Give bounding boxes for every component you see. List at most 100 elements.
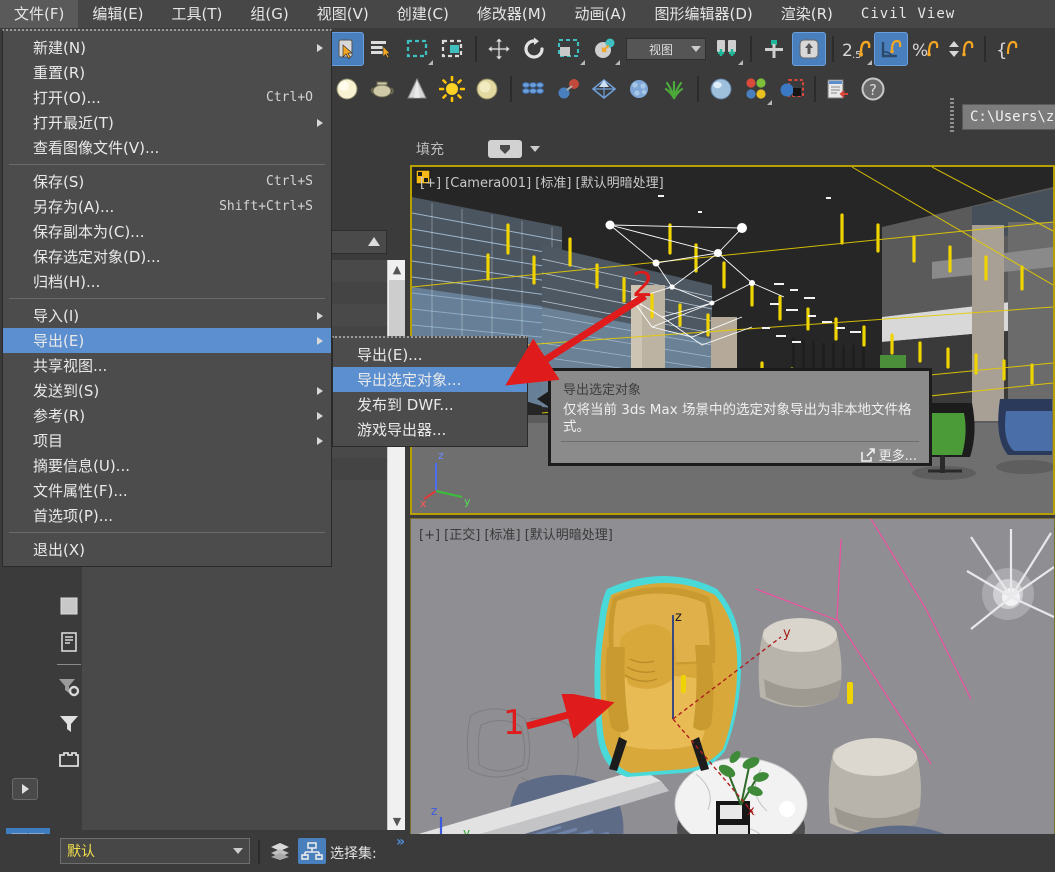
menu-create[interactable]: 创建(C)	[383, 0, 463, 28]
sort-ascending-icon[interactable]	[368, 237, 380, 246]
coord-system-value: 视图	[648, 42, 673, 57]
viewport-orthographic[interactable]: z y x z y x [+] [正交] [标准] [默认明暗处理]	[410, 518, 1055, 872]
project-path-field[interactable]: C:\Users\z	[962, 104, 1055, 130]
file-menu-item[interactable]: 打开(O)... Ctrl+O	[3, 85, 331, 110]
layer-dropdown[interactable]: 默认	[60, 838, 250, 864]
toolbar-separator	[475, 36, 477, 62]
file-menu-item[interactable]: 导入(I)	[3, 303, 331, 328]
menu-graph-editors[interactable]: 图形编辑器(D)	[641, 0, 767, 28]
menu-animation[interactable]: 动画(A)	[561, 0, 641, 28]
export-submenu-item[interactable]: 发布到 DWF...	[333, 392, 527, 417]
file-menu-item[interactable]: 保存(S) Ctrl+S	[3, 169, 331, 194]
render-frame-window-icon[interactable]	[774, 72, 808, 106]
mesh-env-icon[interactable]	[587, 72, 621, 106]
file-menu-item[interactable]: 打开最近(T)	[3, 110, 331, 135]
file-menu-item[interactable]: 导出(E)	[3, 328, 331, 353]
menu-edit[interactable]: 编辑(E)	[78, 0, 157, 28]
expand-chevrons-icon[interactable]: »	[396, 834, 405, 850]
grass-icon[interactable]	[657, 72, 691, 106]
file-menu-item-label: 重置(R)	[33, 64, 86, 82]
sun-light-icon[interactable]	[435, 72, 469, 106]
select-and-scale-icon[interactable]	[552, 32, 586, 66]
file-menu-item[interactable]: 项目	[3, 428, 331, 453]
menu-rendering[interactable]: 渲染(R)	[767, 0, 847, 28]
select-and-place-icon[interactable]	[587, 32, 621, 66]
export-submenu-item[interactable]: 游戏导出器...	[333, 417, 527, 442]
teapot-icon[interactable]	[365, 72, 399, 106]
file-menu-item[interactable]: 查看图像文件(V)...	[3, 135, 331, 160]
tooltip-more-link[interactable]: 更多...	[551, 442, 929, 464]
file-menu-item[interactable]: 发送到(S)	[3, 378, 331, 403]
status-separator	[258, 840, 260, 864]
scene-explorer-icon[interactable]	[298, 838, 326, 864]
filter-icon[interactable]	[55, 709, 83, 737]
menu-group[interactable]: 组(G)	[236, 0, 302, 28]
menu-tools[interactable]: 工具(T)	[158, 0, 237, 28]
help-icon[interactable]: ?	[856, 72, 890, 106]
file-menu-dropdown[interactable]: 新建(N) 重置(R) 打开(O)... Ctrl+O 打开最近(T) 查看图像文件(V)…	[2, 29, 332, 567]
noise-ball-icon[interactable]	[622, 72, 656, 106]
percent-snap-toggle-icon[interactable]: %	[909, 32, 943, 66]
snaps-toggle-icon[interactable]	[792, 32, 826, 66]
file-menu-item[interactable]: 共享视图...	[3, 353, 331, 378]
file-menu-item[interactable]: 新建(N)	[3, 35, 331, 60]
file-menu-item-label: 退出(X)	[33, 541, 85, 559]
file-menu-item-label: 发送到(S)	[33, 382, 100, 400]
toolbar-separator	[814, 76, 816, 102]
file-menu-item[interactable]: 归档(H)...	[3, 269, 331, 294]
select-and-rotate-icon[interactable]	[517, 32, 551, 66]
cone-icon[interactable]	[400, 72, 434, 106]
menu-divider	[9, 164, 325, 165]
folder-icon[interactable]	[55, 745, 83, 773]
file-menu-item[interactable]: 重置(R)	[3, 60, 331, 85]
window-crossing-icon[interactable]	[435, 32, 469, 66]
select-by-name-icon[interactable]	[365, 32, 399, 66]
caret-down-icon[interactable]	[233, 848, 243, 854]
scroll-up-icon[interactable]: ▲	[388, 260, 406, 278]
file-menu-item[interactable]: 文件属性(F)...	[3, 478, 331, 503]
select-and-move-icon[interactable]	[482, 32, 516, 66]
toolbar-dotted-separator	[950, 98, 954, 134]
layer-value: 默认	[67, 844, 95, 860]
file-menu-item[interactable]: 保存选定对象(D)...	[3, 244, 331, 269]
material-editor-icon[interactable]	[704, 72, 738, 106]
file-menu-item[interactable]: 摘要信息(U)...	[3, 453, 331, 478]
material-browser-icon[interactable]	[739, 72, 773, 106]
file-menu-item[interactable]: 参考(R)	[3, 403, 331, 428]
named-selection-sets-icon[interactable]: {	[991, 32, 1025, 66]
select-and-manipulate-icon[interactable]	[757, 32, 791, 66]
render-production-icon[interactable]	[821, 72, 855, 106]
render-setup-icon[interactable]	[470, 72, 504, 106]
use-pivot-point-center-icon[interactable]	[710, 32, 744, 66]
file-menu-item[interactable]: 退出(X)	[3, 537, 331, 562]
fill-chevron-down-icon[interactable]	[530, 146, 540, 152]
array-icon[interactable]	[517, 72, 551, 106]
layers-icon[interactable]	[266, 838, 294, 864]
fill-dropdown-icon[interactable]	[488, 140, 522, 158]
menu-modifiers[interactable]: 修改器(M)	[463, 0, 561, 28]
properties-icon[interactable]	[55, 628, 83, 656]
rectangular-selection-region-icon[interactable]	[400, 32, 434, 66]
file-menu-item[interactable]: 首选项(P)...	[3, 503, 331, 528]
annotation-1-arrow-icon	[526, 694, 615, 739]
menu-label: Civil View	[860, 6, 956, 22]
object-icon[interactable]	[55, 592, 83, 620]
menu-file[interactable]: 文件(F)	[0, 0, 79, 28]
spinner-snap-toggle-icon[interactable]	[944, 32, 978, 66]
select-object-icon[interactable]	[330, 32, 364, 66]
menu-civil-view[interactable]: Civil View	[847, 0, 969, 28]
file-menu-item[interactable]: 保存副本为(C)...	[3, 219, 331, 244]
submenu-arrow-icon	[317, 412, 323, 420]
file-menu-item[interactable]: 另存为(A)... Shift+Ctrl+S	[3, 194, 331, 219]
menu-view[interactable]: 视图(V)	[303, 0, 383, 28]
snaps-2-5d-icon[interactable]: 2.5	[839, 32, 873, 66]
particles-icon[interactable]	[552, 72, 586, 106]
scroll-down-icon[interactable]: ▼	[388, 812, 406, 830]
external-link-icon	[860, 447, 875, 462]
reference-coordinate-system-dropdown[interactable]: 视图	[626, 38, 706, 60]
mirror-icon[interactable]	[330, 72, 364, 106]
play-icon[interactable]	[12, 778, 38, 800]
filter-settings-icon[interactable]	[55, 673, 83, 701]
angle-snap-toggle-icon[interactable]	[874, 32, 908, 66]
svg-text:y: y	[464, 495, 471, 508]
